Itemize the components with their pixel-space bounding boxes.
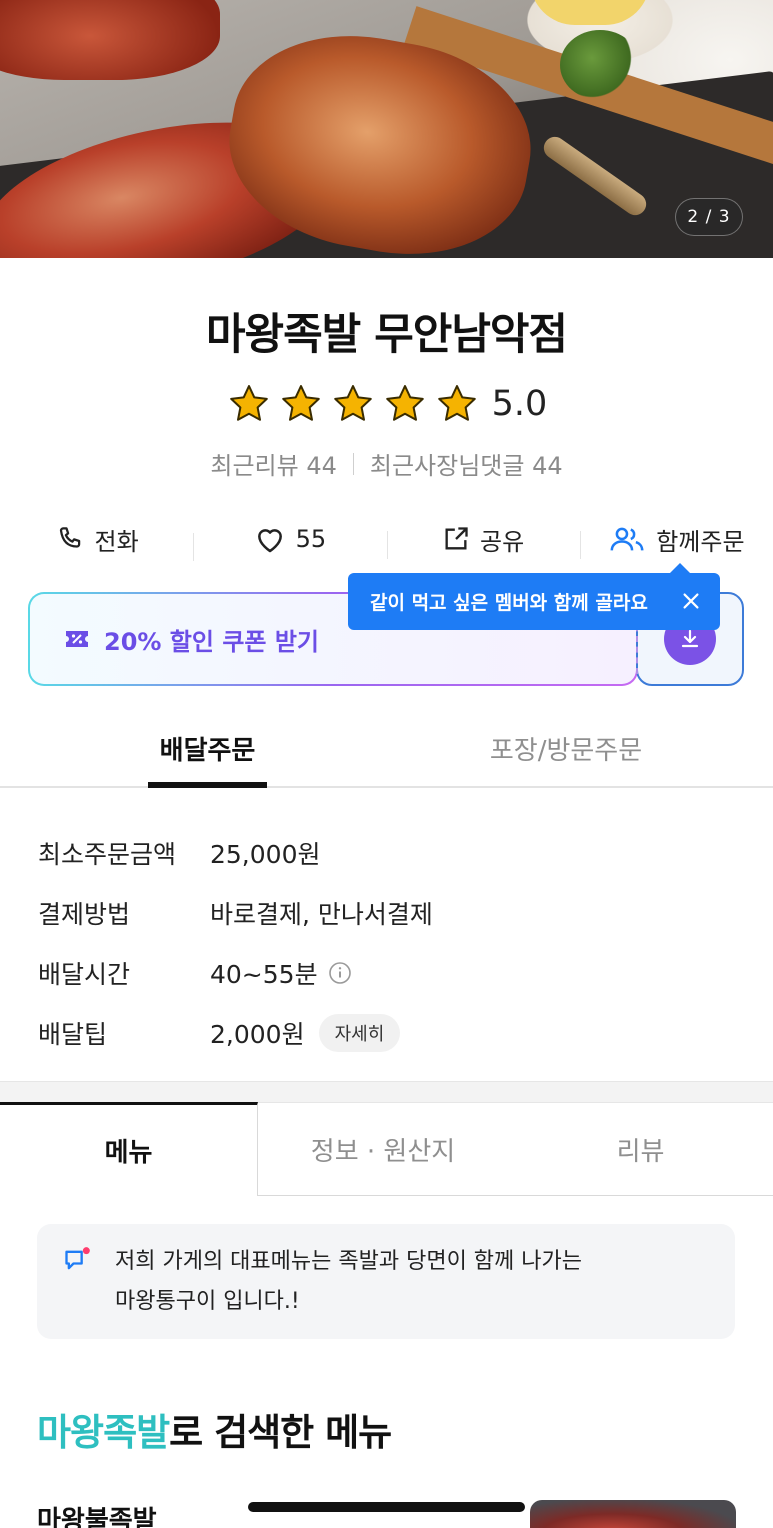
review-counts: 최근리뷰 44 최근사장님댓글 44 (0, 446, 773, 481)
star-icon (437, 385, 476, 421)
tab-pickup[interactable]: 포장/방문주문 (466, 730, 666, 767)
like-button[interactable]: 55 (193, 524, 386, 561)
coupon-icon (66, 631, 88, 647)
group-icon (610, 527, 644, 551)
store-rating[interactable]: 5.0 (0, 382, 773, 426)
rating-value: 5.0 (491, 384, 548, 424)
content-tabs: 메뉴 정보 · 원산지 리뷰 (0, 1102, 773, 1196)
home-indicator (248, 1502, 525, 1512)
tab-review[interactable]: 리뷰 (508, 1102, 773, 1196)
owner-replies-link[interactable]: 최근사장님댓글 44 (370, 446, 563, 481)
heart-icon (257, 529, 282, 553)
notice-line: 마왕통구이 입니다.! (115, 1289, 300, 1314)
phone-icon (59, 527, 80, 548)
store-hero-image[interactable]: 2 / 3 (0, 0, 773, 258)
tab-delivery[interactable]: 배달주문 (148, 730, 267, 788)
info-row-min-order: 최소주문금액 25,000원 (38, 823, 738, 883)
hero-lemon (530, 0, 650, 25)
share-icon (445, 527, 468, 550)
share-button[interactable]: 공유 (386, 522, 580, 559)
info-row-delivery-time: 배달시간 40~55분 (38, 943, 738, 1003)
info-key: 배달팁 (38, 1020, 108, 1049)
info-row-payment: 결제방법 바로결제, 만나서결제 (38, 883, 738, 943)
detail-button[interactable]: 자세히 (318, 1014, 401, 1052)
group-order-label: 함께주문 (656, 527, 745, 556)
image-counter: 2 / 3 (675, 198, 743, 236)
tab-info-origin[interactable]: 정보 · 원산지 (258, 1102, 508, 1196)
search-keyword: 마왕족발 (37, 1411, 170, 1454)
search-suffix: 로 검색한 메뉴 (169, 1411, 392, 1454)
star-icon (385, 385, 424, 421)
notice-line: 저희 가게의 대표메뉴는 족발과 당면이 함께 나가는 (115, 1249, 583, 1274)
info-key: 최소주문금액 (38, 840, 177, 869)
info-key: 배달시간 (38, 960, 131, 989)
store-name: 마왕족발 무안남악점 (205, 310, 568, 360)
call-button[interactable]: 전화 (0, 522, 193, 557)
info-key: 결제방법 (38, 900, 131, 929)
hero-meat (0, 0, 220, 80)
info-value: 40~55분 (210, 960, 318, 989)
divider (352, 452, 354, 475)
info-row-delivery-tip: 배달팁 2,000원 자세히 (38, 1003, 738, 1063)
store-notice[interactable]: 저희 가게의 대표메뉴는 족발과 당면이 함께 나가는 마왕통구이 입니다.! (37, 1224, 735, 1339)
close-icon[interactable] (680, 590, 702, 612)
recent-reviews-link[interactable]: 최근리뷰 44 (210, 446, 337, 481)
notice-icon (65, 1247, 90, 1270)
coupon-label: 20% 할인 쿠폰 받기 (104, 627, 319, 656)
star-icon (281, 385, 320, 421)
delivery-info: 최소주문금액 25,000원 결제방법 바로결제, 만나서결제 배달시간 40~… (38, 823, 738, 1063)
tab-menu[interactable]: 메뉴 (0, 1102, 258, 1196)
info-value: 25,000원 (210, 840, 321, 869)
group-order-button[interactable]: 함께주문 (579, 522, 773, 559)
call-label: 전화 (94, 527, 139, 556)
hero-parsley (560, 30, 640, 100)
search-result-title: 마왕족발로 검색한 메뉴 (37, 1402, 392, 1456)
tooltip-text: 같이 먹고 싶은 멤버와 함께 골라요 (370, 592, 648, 614)
section-divider (0, 1081, 773, 1103)
menu-item-image[interactable] (530, 1500, 736, 1528)
info-value: 바로결제, 만나서결제 (210, 900, 433, 929)
share-label: 공유 (480, 527, 525, 556)
info-icon[interactable] (328, 961, 352, 985)
menu-item-name[interactable]: 마왕불족발 (37, 1500, 157, 1528)
star-icon (333, 385, 372, 421)
order-type-tabs: 배달주문 포장/방문주문 (0, 720, 773, 788)
like-count: 55 (295, 525, 327, 553)
group-order-tooltip: 같이 먹고 싶은 멤버와 함께 골라요 (348, 563, 720, 630)
star-icon (229, 385, 268, 421)
store-actions: 전화 55 공유 함께주문 (0, 515, 773, 563)
info-value: 2,000원 (210, 1020, 305, 1049)
